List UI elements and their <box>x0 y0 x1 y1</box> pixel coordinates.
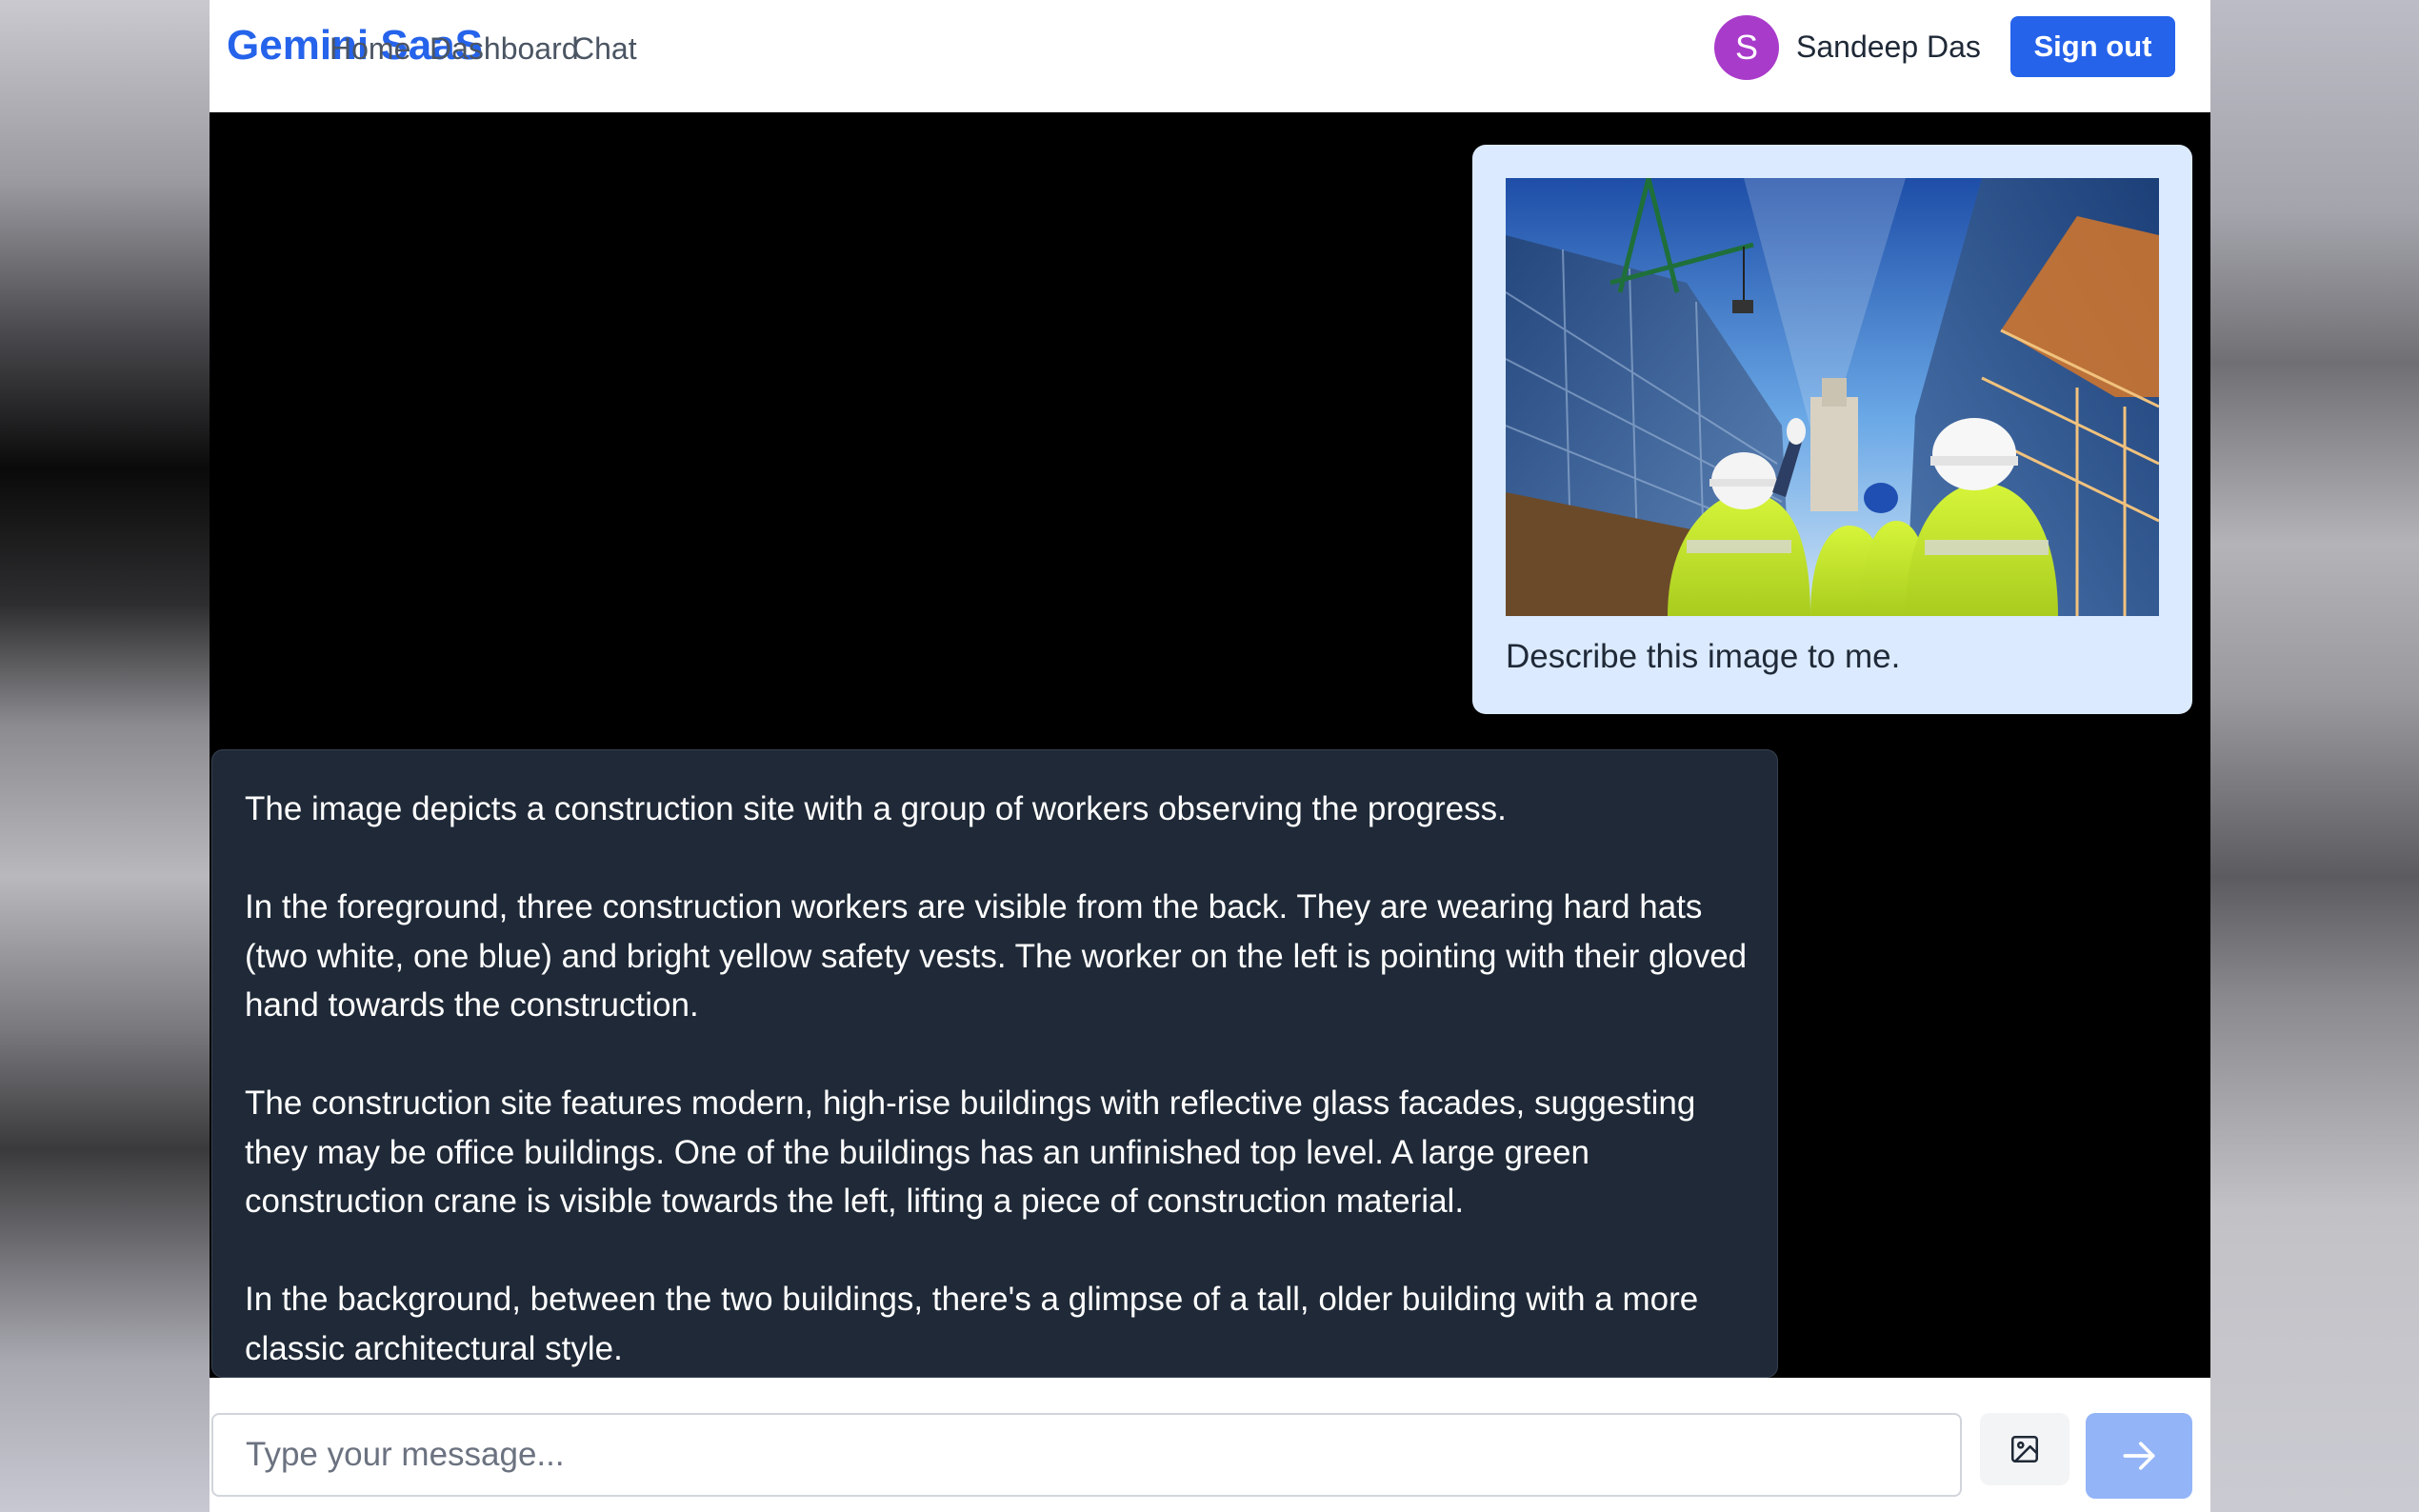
nav-link-chat[interactable]: Chat <box>572 28 637 70</box>
assistant-paragraph-3: The construction site features modern, h… <box>245 1084 1696 1220</box>
nav-link-dashboard[interactable]: Dashboard <box>430 28 579 70</box>
sign-out-button[interactable]: Sign out <box>2010 16 2175 77</box>
assistant-message-bubble: The image depicts a construction site wi… <box>211 749 1778 1378</box>
background-right <box>2210 0 2419 1512</box>
image-icon <box>2010 1435 2039 1463</box>
nav-link-home[interactable]: Home <box>330 28 410 70</box>
assistant-paragraph-4: In the background, between the two build… <box>245 1281 1699 1367</box>
send-button[interactable] <box>2086 1413 2192 1499</box>
user-message-bubble: Describe this image to me. <box>1472 145 2192 714</box>
avatar[interactable]: S <box>1714 15 1779 80</box>
assistant-paragraph-1: The image depicts a construction site wi… <box>245 790 1507 827</box>
message-input[interactable] <box>211 1413 1962 1497</box>
attach-image-button[interactable] <box>1980 1413 2069 1485</box>
message-composer <box>210 1378 2210 1512</box>
assistant-paragraph-2: In the foreground, three construction wo… <box>245 888 1748 1024</box>
user-name: Sandeep Das <box>1796 30 1981 64</box>
uploaded-image[interactable] <box>1506 178 2159 616</box>
arrow-right-icon <box>2123 1442 2155 1470</box>
navbar: Gemini SaaS Home Dashboard Chat S Sandee… <box>210 0 2210 112</box>
assistant-message-text: The image depicts a construction site wi… <box>245 785 1759 1422</box>
app-window: Gemini SaaS Home Dashboard Chat S Sandee… <box>210 0 2210 1512</box>
user-message-text: Describe this image to me. <box>1506 638 1901 675</box>
